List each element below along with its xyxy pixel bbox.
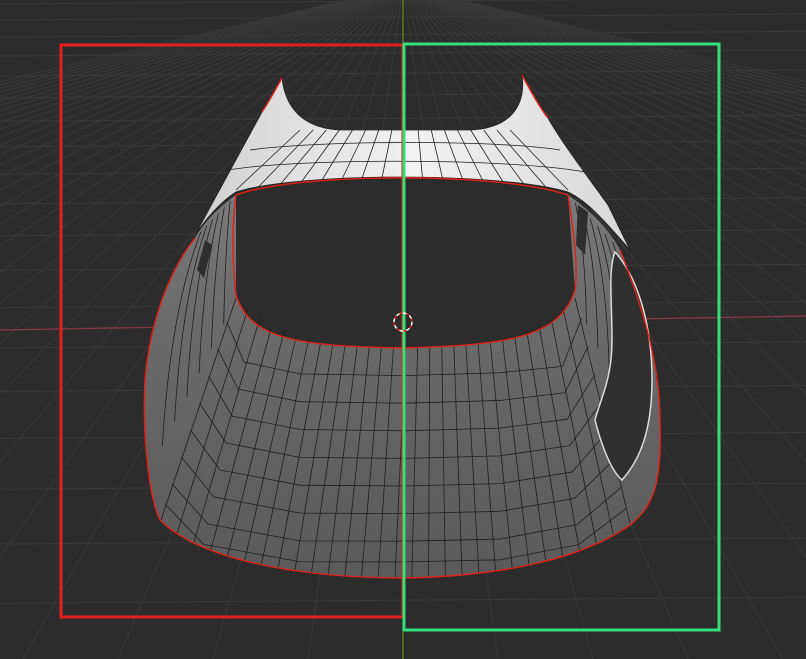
viewport-canvas[interactable]	[0, 0, 806, 659]
3d-viewport[interactable]	[0, 0, 806, 659]
